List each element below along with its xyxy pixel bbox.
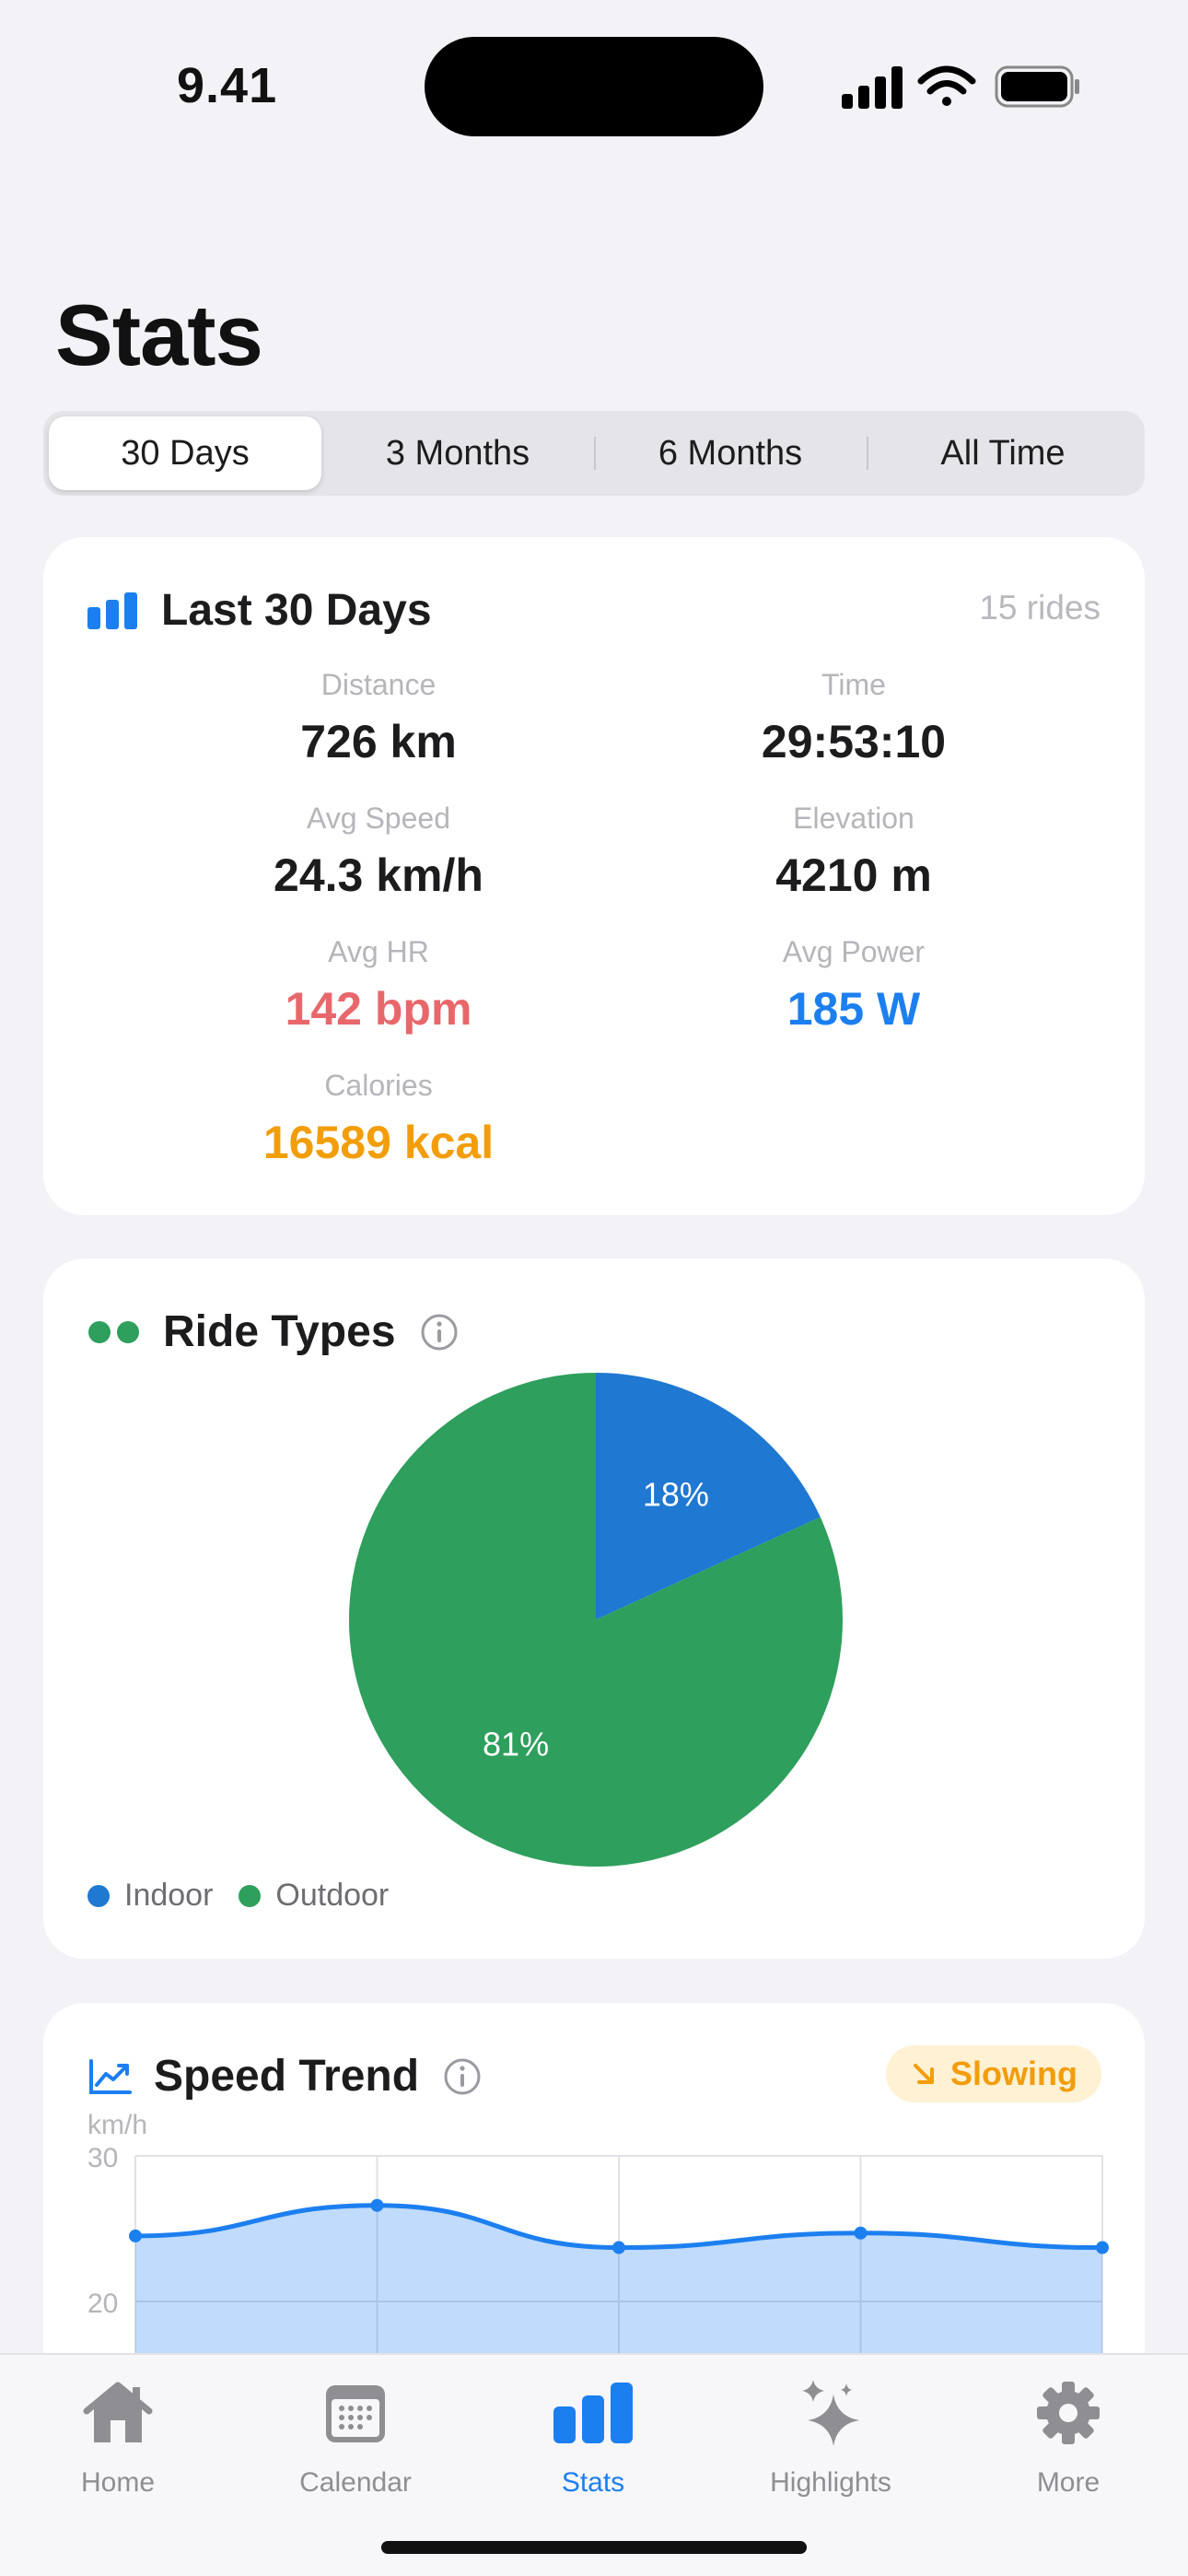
stat-avg-power: Avg Power 185 W	[596, 935, 1112, 1036]
trend-line-icon	[89, 2058, 132, 2094]
stat-distance: Distance 726 km	[121, 668, 636, 768]
summary-title: Last 30 Days	[161, 586, 432, 635]
speed-point	[854, 2226, 868, 2240]
status-time: 9.41	[177, 58, 278, 113]
legend-label: Indoor	[124, 1878, 214, 1913]
gear-icon	[1037, 2382, 1100, 2444]
cellular-signal-icon	[842, 66, 903, 109]
info-icon[interactable]	[443, 2057, 482, 2096]
period-segmented-control: 30 Days 3 Months 6 Months All Time	[43, 411, 1145, 496]
ride-types-header: Ride Types	[87, 1306, 459, 1357]
tab-label: Stats	[561, 2467, 625, 2498]
tab-label: Home	[80, 2467, 156, 2498]
battery-icon	[995, 65, 1079, 108]
info-icon[interactable]	[420, 1313, 459, 1352]
wifi-icon	[917, 65, 976, 106]
summary-header: Last 30 Days	[87, 585, 432, 636]
stat-value: 24.3 km/h	[274, 849, 483, 901]
stat-value: 16589 kcal	[262, 1117, 495, 1168]
tab-calendar[interactable]: Calendar	[245, 2371, 466, 2499]
legend-item-outdoor: Outdoor	[239, 1878, 389, 1914]
stat-elevation: Elevation 4210 m	[596, 802, 1112, 902]
speed-point	[1096, 2241, 1109, 2254]
ride-types-card: Ride Types 18% 81% Indoor Outdoor	[43, 1259, 1145, 1959]
segment-3-months[interactable]: 3 Months	[321, 416, 594, 490]
home-indicator	[381, 2541, 807, 2554]
summary-card: Last 30 Days 15 rides Distance 726 km Ti…	[43, 537, 1145, 1215]
stat-value: 142 bpm	[285, 983, 472, 1035]
legend-dot	[87, 1884, 110, 1907]
ride-types-title: Ride Types	[163, 1307, 396, 1356]
tab-label: More	[1036, 2467, 1101, 2498]
stat-avg-hr: Avg HR 142 bpm	[121, 935, 636, 1036]
pie-label-indoor: 18%	[643, 1476, 709, 1514]
legend-label: Outdoor	[275, 1878, 390, 1913]
tab-stats[interactable]: Stats	[483, 2371, 704, 2499]
rides-count: 15 rides	[979, 589, 1101, 626]
tab-label: Highlights	[770, 2467, 891, 2498]
pie-label-outdoor: 81%	[483, 1725, 549, 1762]
segment-6-months[interactable]: 6 Months	[594, 416, 867, 490]
stat-time: Time 29:53:10	[596, 668, 1112, 768]
stat-label: Avg HR	[328, 935, 429, 968]
speed-point	[129, 2229, 142, 2242]
calendar-icon	[326, 2385, 385, 2442]
slowing-badge-label: Slowing	[950, 2055, 1077, 2092]
house-icon	[83, 2382, 153, 2442]
y-axis-unit: km/h	[87, 2113, 147, 2140]
segment-all-time[interactable]: All Time	[867, 416, 1139, 490]
tab-label: Calendar	[299, 2467, 412, 2498]
stat-label: Avg Power	[782, 935, 926, 968]
speed-trend-chart: km/h 30 20	[87, 2113, 1109, 2390]
stat-value: 29:53:10	[761, 716, 947, 767]
bar-chart-icon	[553, 2383, 633, 2443]
stat-label: Time	[821, 668, 886, 701]
ride-types-pie-chart: 18% 81%	[348, 1373, 843, 1867]
arrow-down-right-icon	[914, 2064, 934, 2084]
stat-label: Calories	[324, 1069, 433, 1102]
stat-calories: Calories 16589 kcal	[121, 1069, 636, 1169]
legend-item-indoor: Indoor	[87, 1878, 213, 1914]
y-tick-label: 20	[87, 2289, 118, 2319]
status-icons	[842, 65, 1079, 109]
slowing-badge: Slowing	[886, 2045, 1101, 2102]
bar-chart-icon	[87, 591, 137, 629]
legend-dot	[239, 1884, 262, 1907]
stat-value: 185 W	[786, 983, 921, 1035]
speed-trend-title: Speed Trend	[154, 2052, 420, 2101]
dots-icon	[88, 1320, 139, 1343]
segment-30-days[interactable]: 30 Days	[49, 416, 321, 490]
stat-label: Avg Speed	[307, 802, 450, 835]
ride-types-legend: Indoor Outdoor	[87, 1878, 414, 1914]
dynamic-island	[425, 37, 763, 136]
speed-point	[370, 2198, 384, 2212]
stat-label: Distance	[320, 668, 437, 701]
tab-highlights[interactable]: Highlights	[720, 2371, 941, 2499]
sparkles-icon	[802, 2380, 859, 2446]
stat-avg-speed: Avg Speed 24.3 km/h	[121, 802, 636, 902]
stat-value: 4210 m	[775, 849, 932, 901]
speed-point	[612, 2241, 625, 2254]
tab-more[interactable]: More	[958, 2371, 1179, 2499]
page-title: Stats	[55, 287, 263, 383]
stat-label: Elevation	[793, 802, 914, 835]
stat-value: 726 km	[300, 716, 457, 767]
tab-home[interactable]: Home	[7, 2371, 228, 2499]
y-tick-label: 30	[87, 2143, 118, 2173]
status-bar: 9.41	[0, 0, 1188, 175]
speed-trend-header: Speed Trend	[87, 2051, 482, 2102]
